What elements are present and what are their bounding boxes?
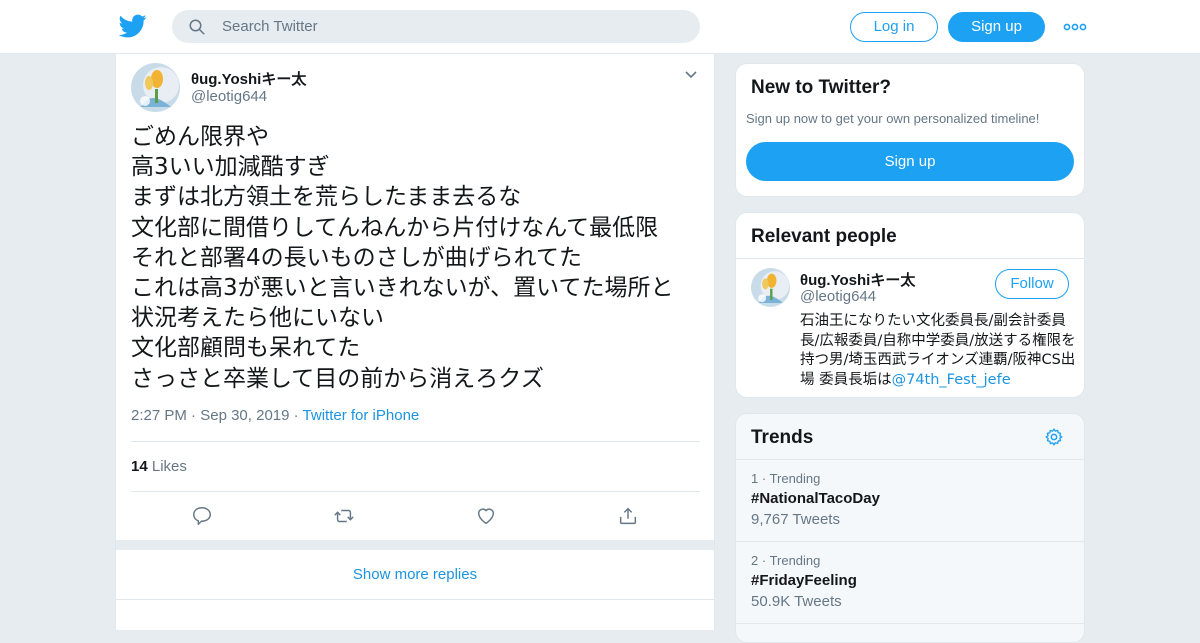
likes-count: 14 xyxy=(131,458,148,475)
tweet-line: ごめん限界や xyxy=(131,124,269,150)
card-title: Relevant people xyxy=(751,226,897,247)
share-icon[interactable] xyxy=(617,505,639,527)
trend-item[interactable]: 2 · Trending #FridayFeeling 50.9K Tweets xyxy=(751,553,1071,610)
tweet-date[interactable]: Sep 30, 2019 xyxy=(200,407,289,424)
tweet-panel: θug.Yoshiキー太 @leotig644 ごめん限界や 高3いい加減酷すぎ… xyxy=(115,54,715,630)
tweet-line: 文化部顧問も呆れてた xyxy=(131,335,361,362)
divider xyxy=(736,258,1084,259)
tweet-line: それと部署4の長いものさしが曲げられてた xyxy=(131,244,582,271)
retweet-icon[interactable] xyxy=(333,505,355,527)
like-heart-icon[interactable] xyxy=(475,505,497,527)
card-title: Trends xyxy=(751,427,814,448)
search-input[interactable] xyxy=(222,10,682,43)
avatar-image xyxy=(751,268,790,307)
signup-button[interactable]: Sign up xyxy=(948,12,1045,42)
tweet-time[interactable]: 2:27 PM xyxy=(131,407,187,424)
avatar-image xyxy=(131,63,180,112)
top-navigation-bar: Log in Sign up xyxy=(0,0,1200,54)
avatar[interactable] xyxy=(131,63,180,112)
tweet-line: 文化部に間借りしてんねんから片付けなんて最低限 xyxy=(131,214,659,241)
divider xyxy=(736,623,1084,624)
trend-context: 1 · Trending xyxy=(751,471,821,486)
divider xyxy=(131,491,700,492)
tweet-author-name[interactable]: θug.Yoshiキー太 xyxy=(191,68,306,89)
likes-stat[interactable]: 14 Likes xyxy=(131,458,187,475)
tweet-text: ごめん限界や 高3いい加減酷すぎ まずは北方領土を荒らしたまま去るな 文化部に間… xyxy=(131,122,701,394)
person-bio: 石油王になりたい文化委員長/副会計委員長/広報委員/自称中学委員/放送する権限を… xyxy=(800,312,1078,390)
show-more-replies-link[interactable]: Show more replies xyxy=(116,550,714,600)
avatar[interactable] xyxy=(751,268,790,307)
likes-label: Likes xyxy=(151,458,187,475)
trend-tweet-count: 50.9K Tweets xyxy=(751,593,842,610)
divider xyxy=(131,441,700,442)
more-options-icon[interactable] xyxy=(1063,17,1087,37)
tweet-line: まずは北方領土を荒らしたまま去るな xyxy=(131,184,522,211)
card-title: New to Twitter? xyxy=(751,77,892,98)
trend-context: 2 · Trending xyxy=(751,553,821,568)
signup-button[interactable]: Sign up xyxy=(746,142,1074,181)
reply-icon[interactable] xyxy=(191,505,213,527)
gear-icon[interactable] xyxy=(1044,427,1064,447)
trend-item[interactable]: 1 · Trending #NationalTacoDay 9,767 Twee… xyxy=(751,471,1071,528)
trend-name[interactable]: #FridayFeeling xyxy=(751,572,1071,589)
trend-name[interactable]: #NationalTacoDay xyxy=(751,490,1071,507)
tweet-line: さっさと卒業して目の前から消えろクズ xyxy=(131,365,544,392)
tweet-line: これは高3が悪いと言いきれないが、置いてた場所と xyxy=(131,275,674,302)
person-handle[interactable]: @leotig644 xyxy=(800,288,876,305)
trend-tweet-count: 9,767 Tweets xyxy=(751,511,840,528)
card-subtitle: Sign up now to get your own personalized… xyxy=(746,111,1040,126)
trends-card: Trends 1 · Trending #NationalTacoDay 9,7… xyxy=(735,413,1085,643)
tweet-metadata: 2:27 PM · Sep 30, 2019 · Twitter for iPh… xyxy=(131,407,419,424)
tweet-source-link[interactable]: Twitter for iPhone xyxy=(303,407,420,424)
tweet-line: 状況考えたら他にいない xyxy=(131,305,384,332)
dot-separator: · xyxy=(293,407,303,424)
bio-mention-link[interactable]: @74th_Fest_jefe xyxy=(892,372,1011,388)
section-separator xyxy=(116,540,714,550)
relevant-people-card: Relevant people θug.Yoshiキー太 @leotig644 … xyxy=(735,212,1085,398)
dot-separator: · xyxy=(191,407,201,424)
search-bar[interactable] xyxy=(172,10,700,43)
tweet-line: 高3いい加減酷すぎ xyxy=(131,154,330,181)
divider xyxy=(736,459,1084,460)
follow-button[interactable]: Follow xyxy=(995,269,1069,299)
chevron-down-icon[interactable] xyxy=(684,70,698,80)
login-button[interactable]: Log in xyxy=(850,12,938,42)
divider xyxy=(736,541,1084,542)
search-icon xyxy=(189,19,205,35)
tweet-author-handle[interactable]: @leotig644 xyxy=(191,88,267,105)
new-to-twitter-card: New to Twitter? Sign up now to get your … xyxy=(735,63,1085,197)
twitter-bird-logo-icon[interactable] xyxy=(119,12,147,40)
person-name[interactable]: θug.Yoshiキー太 xyxy=(800,269,915,290)
